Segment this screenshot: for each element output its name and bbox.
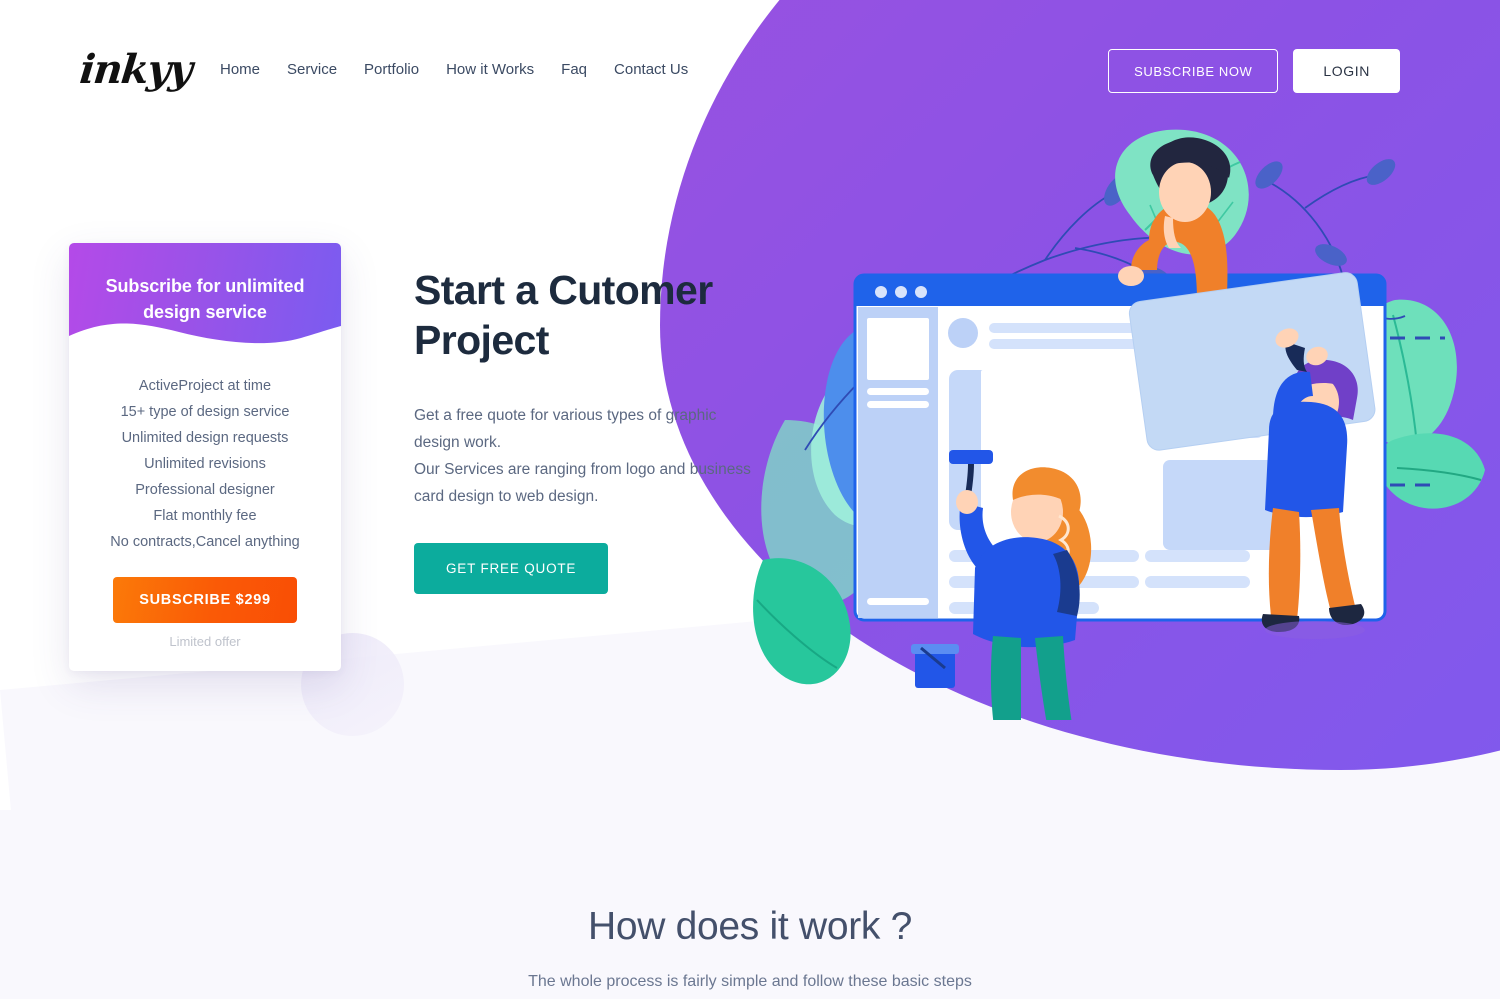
list-item: Unlimited revisions	[144, 456, 266, 472]
nav-item-contact-us[interactable]: Contact Us	[614, 61, 711, 78]
subscribe-price-button[interactable]: SUBSCRIBE $299	[113, 577, 297, 623]
subscribe-card: Subscribe for unlimited design service A…	[69, 243, 341, 671]
nav-item-portfolio[interactable]: Portfolio	[364, 61, 442, 78]
header-actions: SUBSCRIBE NOW LOGIN	[1108, 49, 1400, 93]
hero-paragraph: Get a free quote for various types of gr…	[414, 407, 751, 506]
login-button[interactable]: LOGIN	[1293, 49, 1400, 93]
list-item: No contracts,Cancel anything	[110, 534, 300, 550]
hero-copy: Start a Cutomer Project Get a free quote…	[414, 265, 764, 595]
list-item: 15+ type of design service	[120, 404, 290, 420]
subscribe-feature-list: ActiveProject at time 15+ type of design…	[69, 349, 341, 555]
list-item: Unlimited design requests	[121, 430, 289, 446]
nav-item-faq[interactable]: Faq	[561, 61, 610, 78]
list-item: Professional designer	[135, 482, 275, 498]
nav-item-home[interactable]: Home	[220, 61, 283, 78]
logo[interactable]: inkyy	[78, 46, 194, 93]
how-it-works-subheading: The whole process is fairly simple and f…	[528, 973, 972, 990]
main-navigation: Home Service Portfolio How it Works Faq …	[220, 61, 711, 78]
how-it-works-heading: How does it work ?	[587, 905, 913, 948]
nav-item-service[interactable]: Service	[287, 61, 360, 78]
nav-item-how-it-works[interactable]: How it Works	[446, 61, 557, 78]
limited-offer-note: Limited offer	[169, 634, 241, 649]
wave-divider	[69, 323, 341, 350]
subscribe-now-button[interactable]: SUBSCRIBE NOW	[1108, 49, 1279, 93]
hero-illustration	[745, 120, 1485, 767]
how-it-works-section: How does it work ? The whole process is …	[0, 905, 1500, 991]
list-item: ActiveProject at time	[138, 378, 272, 394]
list-item: Flat monthly fee	[153, 508, 257, 524]
get-free-quote-button[interactable]: GET FREE QUOTE	[414, 543, 609, 595]
site-header: inkyy Home Service Portfolio How it Work…	[0, 0, 1500, 140]
page-title: Start a Cutomer Project	[414, 267, 713, 364]
subscribe-card-header: Subscribe for unlimited design service	[69, 243, 341, 350]
